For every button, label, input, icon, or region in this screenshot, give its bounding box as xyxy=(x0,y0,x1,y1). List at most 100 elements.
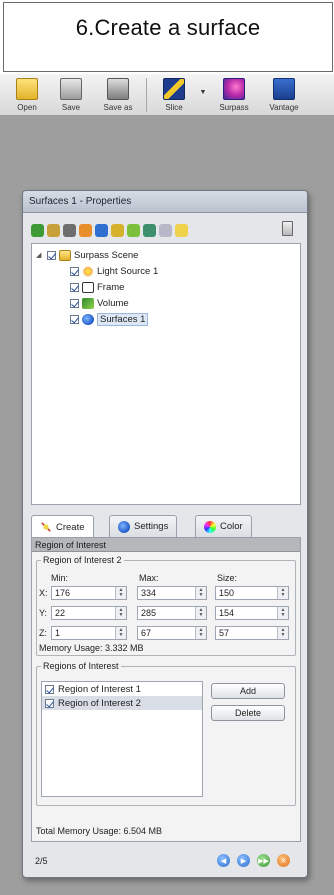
folder-icon xyxy=(59,249,71,261)
tree-label: Frame xyxy=(97,281,125,293)
region-checkbox[interactable] xyxy=(45,684,54,694)
max-column-label: Max: xyxy=(139,573,159,583)
stepper-arrows-icon[interactable]: ▲ ▼ xyxy=(195,587,206,599)
cells-add-icon[interactable] xyxy=(79,223,92,237)
back-icon[interactable]: ◀ xyxy=(217,854,230,867)
size-column-label: Size: xyxy=(217,573,238,583)
surpass-icon xyxy=(223,78,245,100)
stepper-arrows-icon[interactable]: ▲ ▼ xyxy=(277,627,288,639)
y-max-stepper[interactable]: 285 ▲ ▼ xyxy=(137,606,207,620)
property-tabs: Create Settings Color xyxy=(31,515,301,538)
z-size-stepper[interactable]: 57 ▲ ▼ xyxy=(215,626,289,640)
object-creation-toolbar xyxy=(31,221,301,239)
tab-create[interactable]: Create xyxy=(31,515,94,538)
save-as-button[interactable]: Save as xyxy=(96,74,140,115)
min-column-label: Min: xyxy=(51,573,69,583)
open-button[interactable]: Open xyxy=(8,74,46,115)
slice-dropdown-button[interactable]: ▼ xyxy=(198,74,208,115)
tab-settings[interactable]: Settings xyxy=(109,515,178,537)
collapse-icon[interactable]: ◢ xyxy=(36,251,44,259)
step-counter: 2/5 xyxy=(35,856,48,866)
create-wand-icon xyxy=(40,521,52,533)
toolbar-separator xyxy=(146,78,147,112)
spots-add-icon[interactable] xyxy=(47,223,60,237)
properties-window: Surfaces 1 - Properties ◢ Surpass Scene … xyxy=(22,190,308,878)
tree-label: Light Source 1 xyxy=(97,265,159,277)
stepper-arrows-icon[interactable]: ▲ ▼ xyxy=(277,607,288,619)
vantage-button[interactable]: Vantage xyxy=(262,74,306,115)
tree-item-frame[interactable]: Frame xyxy=(70,280,124,294)
stepper-arrows-icon[interactable]: ▲ ▼ xyxy=(115,627,126,639)
settings-icon xyxy=(118,520,130,533)
stepper-arrows-icon[interactable]: ▲ ▼ xyxy=(277,587,288,599)
y-size-stepper[interactable]: 154 ▲ ▼ xyxy=(215,606,289,620)
visibility-checkbox[interactable] xyxy=(70,314,79,324)
x-max-stepper[interactable]: 334 ▲ ▼ xyxy=(137,586,207,600)
filaments-add-icon[interactable] xyxy=(63,223,76,237)
surfaces-add-icon[interactable] xyxy=(31,223,44,237)
tree-item-light-source[interactable]: Light Source 1 xyxy=(70,264,158,278)
slice-button[interactable]: Slice xyxy=(152,74,196,115)
x-size-stepper[interactable]: 150 ▲ ▼ xyxy=(215,586,289,600)
save-icon xyxy=(60,78,82,100)
tree-label: Volume xyxy=(97,297,129,309)
group-folder-icon[interactable] xyxy=(175,223,188,237)
list-item[interactable]: Region of Interest 2 xyxy=(42,696,202,710)
sun-icon xyxy=(82,265,94,277)
chevron-down-icon: ▼ xyxy=(199,89,207,96)
scene-tree: ◢ Surpass Scene Light Source 1 Frame Vol… xyxy=(31,243,301,505)
stepper-arrows-icon[interactable]: ▲ ▼ xyxy=(195,607,206,619)
z-min-stepper[interactable]: 1 ▲ ▼ xyxy=(51,626,127,640)
trash-icon[interactable] xyxy=(282,221,293,236)
regions-list[interactable]: Region of Interest 1 Region of Interest … xyxy=(41,681,203,797)
x-min-stepper[interactable]: 176 ▲ ▼ xyxy=(51,586,127,600)
y-min-stepper[interactable]: 22 ▲ ▼ xyxy=(51,606,127,620)
regions-group: Regions of Interest Region of Interest 1… xyxy=(36,661,296,806)
measurement-add-icon[interactable] xyxy=(95,223,108,237)
slice-icon xyxy=(163,78,185,100)
next-icon[interactable]: ▶ xyxy=(237,854,250,867)
cancel-icon[interactable]: ✕ xyxy=(277,854,290,867)
z-max-stepper[interactable]: 67 ▲ ▼ xyxy=(137,626,207,640)
delete-button[interactable]: Delete xyxy=(211,705,285,721)
visibility-checkbox[interactable] xyxy=(70,298,79,308)
wizard-footer: 2/5 ◀ ▶ ▶▶ ✕ xyxy=(31,851,301,871)
tree-item-volume[interactable]: Volume xyxy=(70,296,129,310)
y-row-label: Y: xyxy=(39,608,48,618)
light-add-icon[interactable] xyxy=(159,223,172,237)
add-button[interactable]: Add xyxy=(211,683,285,699)
save-button[interactable]: Save xyxy=(54,74,88,115)
clipping-plane-add-icon[interactable] xyxy=(111,223,124,237)
visibility-checkbox[interactable] xyxy=(70,282,79,292)
section-header: Region of Interest xyxy=(32,538,300,552)
visibility-checkbox[interactable] xyxy=(47,250,56,260)
tree-item-surfaces[interactable]: Surfaces 1 xyxy=(70,312,149,326)
regions-group-title: Regions of Interest xyxy=(41,661,121,671)
visibility-checkbox[interactable] xyxy=(70,266,79,276)
frame-icon xyxy=(82,281,94,293)
create-panel: Region of Interest Region of Interest 2 … xyxy=(31,537,301,842)
stepper-arrows-icon[interactable]: ▲ ▼ xyxy=(115,607,126,619)
finish-icon[interactable]: ▶▶ xyxy=(257,854,270,867)
stepper-arrows-icon[interactable]: ▲ ▼ xyxy=(115,587,126,599)
roi-group-title: Region of Interest 2 xyxy=(41,555,124,565)
caption-box: 6.Create a surface xyxy=(3,2,333,72)
caption-area: 6.Create a surface xyxy=(0,0,334,74)
tree-item-surpass-scene[interactable]: ◢ Surpass Scene xyxy=(36,248,138,262)
tab-color[interactable]: Color xyxy=(195,515,252,537)
memory-usage-label: Memory Usage: 3.332 MB xyxy=(39,643,144,653)
volume-icon xyxy=(82,297,94,309)
list-item[interactable]: Region of Interest 1 xyxy=(42,682,202,696)
frame-add-icon[interactable] xyxy=(143,223,156,237)
vantage-icon xyxy=(273,78,295,100)
tree-label: Surfaces 1 xyxy=(97,312,149,326)
save-as-icon xyxy=(107,78,129,100)
z-row-label: Z: xyxy=(39,628,47,638)
region-checkbox[interactable] xyxy=(45,698,54,708)
reference-frame-add-icon[interactable] xyxy=(127,223,140,237)
surpass-button[interactable]: Surpass xyxy=(212,74,256,115)
stepper-arrows-icon[interactable]: ▲ ▼ xyxy=(195,627,206,639)
properties-title-bar[interactable]: Surfaces 1 - Properties xyxy=(23,191,307,213)
color-wheel-icon xyxy=(204,520,216,533)
surfaces-icon xyxy=(82,313,94,325)
